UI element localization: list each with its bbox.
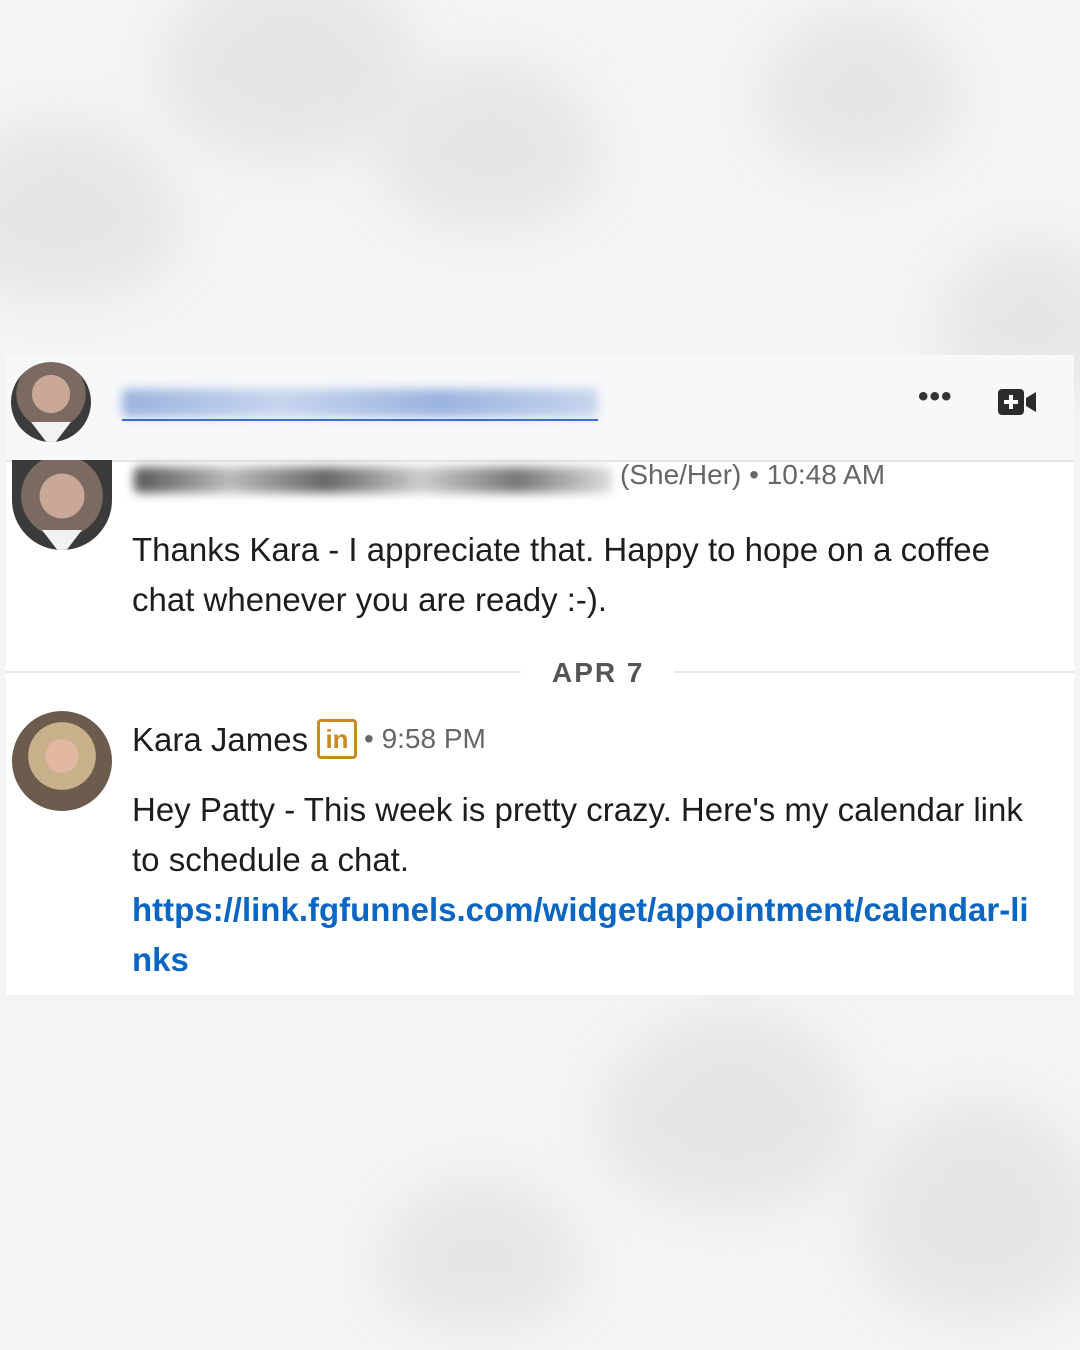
contact-name-underline	[122, 419, 598, 421]
date-divider: APR 7	[552, 657, 645, 688]
sender-name-kara[interactable]: Kara James	[132, 721, 308, 759]
date-divider-line-left	[6, 671, 521, 673]
contact-name-link[interactable]	[122, 389, 598, 417]
linkedin-premium-icon: in	[317, 719, 357, 759]
sender-name[interactable]	[134, 467, 612, 493]
kara-avatar[interactable]	[12, 711, 112, 811]
message-text: Hey Patty - This week is pretty crazy. H…	[132, 785, 1052, 985]
conversation-header: •••	[6, 355, 1074, 462]
conversation-thread: ••• (She/Her) • 10:48 AM Thanks Kara - I…	[6, 355, 1074, 995]
contact-avatar[interactable]	[11, 362, 91, 442]
ellipsis-icon[interactable]: •••	[918, 382, 953, 412]
calendar-link[interactable]: https://link.fgfunnels.com/widget/appoin…	[132, 885, 1047, 985]
video-call-icon[interactable]	[998, 389, 1036, 420]
message-text: Thanks Kara - I appreciate that. Happy t…	[132, 531, 990, 618]
message-timestamp: (She/Her) • 10:48 AM	[620, 459, 886, 490]
message-timestamp: • 9:58 PM	[364, 723, 486, 754]
message-body: Hey Patty - This week is pretty crazy. H…	[132, 791, 1023, 878]
sender-avatar[interactable]	[12, 460, 112, 550]
date-divider-line-right	[674, 671, 1074, 673]
